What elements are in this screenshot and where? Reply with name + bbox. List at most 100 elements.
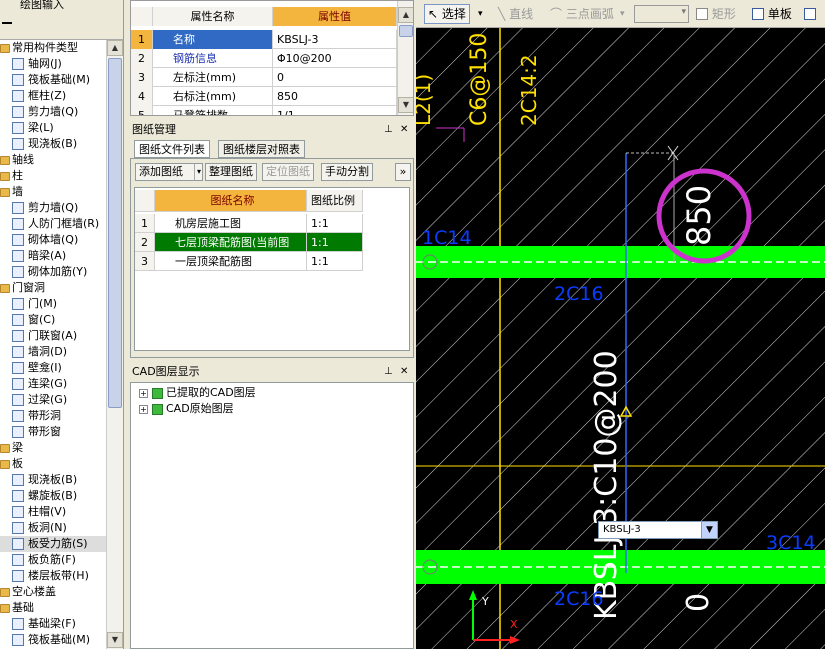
tree-item[interactable]: 墙 [0, 184, 106, 200]
tree-item[interactable]: 过梁(G) [0, 392, 106, 408]
property-row[interactable]: 1 名称 KBSLJ-3 [131, 30, 397, 49]
tab-drawing-file-list[interactable]: 图纸文件列表 [134, 140, 210, 158]
tree-item[interactable]: 基础 [0, 600, 106, 616]
property-value[interactable]: KBSLJ-3 [273, 30, 397, 49]
tree-item[interactable]: 砌体墙(Q) [0, 232, 106, 248]
locate-drawing-button[interactable]: 定位图纸 [262, 163, 314, 181]
tab-drawing-floor-map[interactable]: 图纸楼层对照表 [218, 140, 305, 158]
scroll-up-icon[interactable]: ▲ [398, 7, 413, 23]
tree-item[interactable]: 空心楼盖 [0, 584, 106, 600]
tree-item[interactable]: 带形窗 [0, 424, 106, 440]
tree-item[interactable]: 人防门框墙(R) [0, 216, 106, 232]
property-scrollbar[interactable]: ▲ ▼ [397, 1, 413, 115]
tree-item[interactable]: 楼层板带(H) [0, 568, 106, 584]
tree-item[interactable]: 现浇板(B) [0, 136, 106, 152]
multi-board-icon[interactable] [804, 4, 816, 24]
drawing-row[interactable]: 3 一层顶梁配筋图 1:1 [135, 252, 363, 271]
drawing-scale[interactable]: 1:1 [307, 252, 363, 271]
property-value[interactable]: 0 [273, 68, 397, 87]
tree-item[interactable]: 轴线 [0, 152, 106, 168]
property-row[interactable]: 2 钢筋信息 Φ10@200 [131, 49, 397, 68]
tree-item[interactable]: 板洞(N) [0, 520, 106, 536]
single-board-button[interactable]: 单板 [752, 4, 792, 24]
tree-item[interactable]: 柱 [0, 168, 106, 184]
tree-item[interactable]: 梁 [0, 440, 106, 456]
tree-item[interactable]: 板负筋(F) [0, 552, 106, 568]
arc-dropdown-icon[interactable]: ▾ [620, 4, 625, 24]
tree-item[interactable]: 剪力墙(Q) [0, 200, 106, 216]
collapse-icon[interactable] [2, 22, 12, 24]
dropdown-arrow-icon[interactable]: ▾ [193, 164, 201, 180]
tree-item[interactable]: 螺旋板(B) [0, 488, 106, 504]
layer-item-original[interactable]: + CAD原始图层 [139, 401, 234, 417]
tree-item[interactable]: 带形洞 [0, 408, 106, 424]
tree-item[interactable]: 门(M) [0, 296, 106, 312]
scroll-thumb[interactable] [399, 25, 413, 37]
type-select[interactable]: ▾ [634, 5, 689, 23]
drawing-row[interactable]: 2 七层顶梁配筋图(当前图 1:1 [135, 233, 363, 252]
tree-item[interactable]: 连梁(G) [0, 376, 106, 392]
tree-item[interactable]: 柱帽(V) [0, 504, 106, 520]
tree-item[interactable]: 轴网(J) [0, 56, 106, 72]
tree-item[interactable]: 墙洞(D) [0, 344, 106, 360]
tree-item[interactable]: 筏板基础(M) [0, 72, 106, 88]
tree-item[interactable]: 门窗洞 [0, 280, 106, 296]
property-row[interactable]: 5 马凳筋排数 1/1 [131, 106, 397, 115]
drawing-scale[interactable]: 1:1 [307, 214, 363, 233]
pin-icon[interactable]: ⊥ [384, 364, 393, 380]
tree-item[interactable]: 门联窗(A) [0, 328, 106, 344]
select-button[interactable]: ↖ 选择 [424, 4, 470, 24]
property-value[interactable]: Φ10@200 [273, 49, 397, 68]
scroll-down-icon[interactable]: ▼ [398, 97, 413, 113]
tree-item[interactable]: 砌体加筋(Y) [0, 264, 106, 280]
chevron-down-icon[interactable]: ▼ [701, 522, 717, 538]
layer-item-extracted[interactable]: + 已提取的CAD图层 [139, 385, 256, 401]
expand-icon[interactable]: + [139, 404, 148, 414]
header-drawing-scale[interactable]: 图纸比例 [307, 190, 363, 212]
drawing-name[interactable]: 一层顶梁配筋图 [155, 252, 307, 271]
line-button[interactable]: ╲ 直线 [498, 4, 533, 24]
rebar-name-combo[interactable]: KBSLJ-3 ▼ [598, 521, 718, 539]
drawing-row[interactable]: 1 机房层施工图 1:1 [135, 214, 363, 233]
arrange-drawing-button[interactable]: 整理图纸 [205, 163, 257, 181]
property-row[interactable]: 4 右标注(mm) 850 [131, 87, 397, 106]
cad-canvas[interactable]: L2(1) C6@150 2C14:2 850 1C14 2C16 KBSLJ-… [416, 28, 825, 649]
select-dropdown-icon[interactable]: ▾ [478, 4, 483, 24]
property-value[interactable]: 850 [273, 87, 397, 106]
layer-checkbox[interactable] [152, 403, 163, 415]
tree-item[interactable]: 现浇板(B) [0, 472, 106, 488]
header-property-value[interactable]: 属性值 [273, 7, 397, 26]
expand-icon[interactable]: + [139, 388, 148, 398]
tree-item[interactable]: 板 [0, 456, 106, 472]
tree-item[interactable]: 窗(C) [0, 312, 106, 328]
scroll-down-icon[interactable]: ▼ [107, 632, 123, 648]
tree-item[interactable]: 框柱(Z) [0, 88, 106, 104]
more-icon[interactable]: » [395, 163, 411, 181]
add-drawing-button[interactable]: 添加图纸 ▾ [135, 163, 203, 181]
scroll-thumb[interactable] [108, 58, 122, 408]
slab-rebar-label[interactable]: KBSLJ-3:C10@200 [589, 350, 624, 620]
manual-split-button[interactable]: 手动分割 [321, 163, 373, 181]
tree-item[interactable]: 筏板基础(M) [0, 632, 106, 648]
tree-item[interactable]: 常用构件类型 [0, 40, 106, 56]
tree-item[interactable]: 剪力墙(Q) [0, 104, 106, 120]
tree-item[interactable]: 板受力筋(S) [0, 536, 106, 552]
close-icon[interactable]: ✕ [400, 122, 408, 138]
tree-scrollbar[interactable]: ▲ ▼ [106, 40, 123, 649]
drawing-scale[interactable]: 1:1 [307, 233, 363, 252]
tree-item[interactable]: 壁龛(I) [0, 360, 106, 376]
close-icon[interactable]: ✕ [400, 364, 408, 380]
drawing-name[interactable]: 机房层施工图 [155, 214, 307, 233]
cad-drawing[interactable]: L2(1) C6@150 2C14:2 850 1C14 2C16 KBSLJ-… [416, 28, 825, 649]
tree-item[interactable]: 暗梁(A) [0, 248, 106, 264]
property-row[interactable]: 3 左标注(mm) 0 [131, 68, 397, 87]
tree-item[interactable]: 基础梁(F) [0, 616, 106, 632]
scroll-up-icon[interactable]: ▲ [107, 40, 123, 56]
header-property-name[interactable]: 属性名称 [153, 7, 273, 26]
property-value[interactable]: 1/1 [273, 106, 397, 115]
header-drawing-name[interactable]: 图纸名称 [155, 190, 307, 212]
drawing-name[interactable]: 七层顶梁配筋图(当前图 [155, 233, 307, 252]
tree-item[interactable]: 梁(L) [0, 120, 106, 136]
dimension-text-0[interactable]: 0 [681, 593, 716, 612]
arc-button[interactable]: ⌒ 三点画弧 [550, 4, 614, 24]
